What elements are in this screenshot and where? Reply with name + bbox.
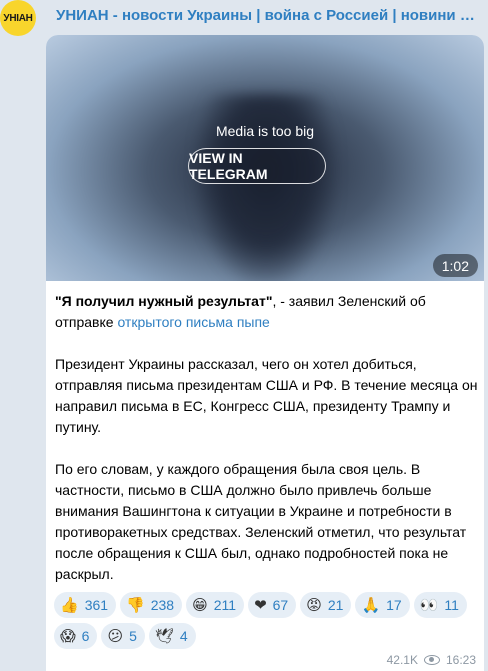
message-paragraph-1: Президент Украины рассказал, чего он хот… xyxy=(55,356,478,435)
channel-avatar[interactable]: УНIAН xyxy=(0,0,36,36)
media-too-big-notice: Media is too big xyxy=(215,123,315,139)
thumbs-up-icon: 👍 xyxy=(60,595,79,614)
reaction-angry-face[interactable]: 😡 21 xyxy=(300,592,352,618)
reaction-count: 21 xyxy=(327,597,344,613)
eyes-icon: 👀 xyxy=(419,595,439,614)
video-duration: 1:02 xyxy=(432,254,478,277)
views-count: 42.1K xyxy=(386,653,418,667)
thumbs-down-icon: 👎 xyxy=(126,595,145,614)
message-meta: 42.1K 16:23 xyxy=(387,653,476,667)
reaction-thumbs-down[interactable]: 👎 238 xyxy=(120,592,183,618)
reaction-count: 11 xyxy=(444,597,459,613)
reaction-red-heart[interactable]: ❤ 67 xyxy=(248,592,297,618)
eye-icon xyxy=(423,655,440,665)
reaction-dove[interactable]: 🕊 4 xyxy=(148,623,196,649)
grinning-face-icon: 😁 xyxy=(192,595,208,614)
reaction-thumbs-up[interactable]: 👍 361 xyxy=(54,592,117,618)
message-bubble: Media is too big VIEW IN TELEGRAM 1:02 "… xyxy=(46,35,484,671)
reaction-count: 6 xyxy=(81,628,90,644)
reaction-count: 17 xyxy=(386,597,402,613)
open-letter-link[interactable]: открытого письма пыпе xyxy=(117,314,269,330)
reaction-count: 67 xyxy=(272,597,289,613)
dove-icon: 🕊 xyxy=(154,626,174,645)
red-heart-icon: ❤ xyxy=(254,595,267,614)
angry-face-icon: 😡 xyxy=(306,595,322,614)
reaction-count: 238 xyxy=(150,597,175,613)
video-preview[interactable]: Media is too big VIEW IN TELEGRAM 1:02 xyxy=(46,35,484,281)
confused-face-icon: 😕 xyxy=(107,626,124,645)
reactions-bar: 👍 361 👎 238 😁 211 ❤ 67 😡 21 🙏 17 👀 11 😱 6 😕 5 🕊 4 xyxy=(54,592,478,649)
message-quote: "Я получил нужный результат" xyxy=(55,293,273,309)
message-paragraph-2: По его словам, у каждого обращения была … xyxy=(55,461,467,582)
reaction-screaming-face[interactable]: 😱 6 xyxy=(54,623,98,649)
channel-title[interactable]: УНИАН - новости Украины | война с Россие… xyxy=(56,7,476,24)
reaction-eyes[interactable]: 👀 11 xyxy=(413,592,467,618)
reaction-grinning-face[interactable]: 😁 211 xyxy=(186,592,245,618)
message-lead: "Я получил нужный результат", - заявил З… xyxy=(55,291,479,333)
view-in-telegram-button[interactable]: VIEW IN TELEGRAM xyxy=(188,148,326,184)
reaction-folded-hands[interactable]: 🙏 17 xyxy=(355,592,410,618)
message-text: "Я получил нужный результат", - заявил З… xyxy=(55,291,479,606)
reaction-count: 5 xyxy=(129,628,137,644)
reaction-count: 4 xyxy=(179,628,188,644)
message-time: 16:23 xyxy=(445,653,476,667)
reaction-confused-face[interactable]: 😕 5 xyxy=(101,623,145,649)
reaction-count: 361 xyxy=(84,597,109,613)
screaming-face-icon: 😱 xyxy=(60,626,76,645)
folded-hands-icon: 🙏 xyxy=(361,595,381,614)
reaction-count: 211 xyxy=(213,597,237,613)
